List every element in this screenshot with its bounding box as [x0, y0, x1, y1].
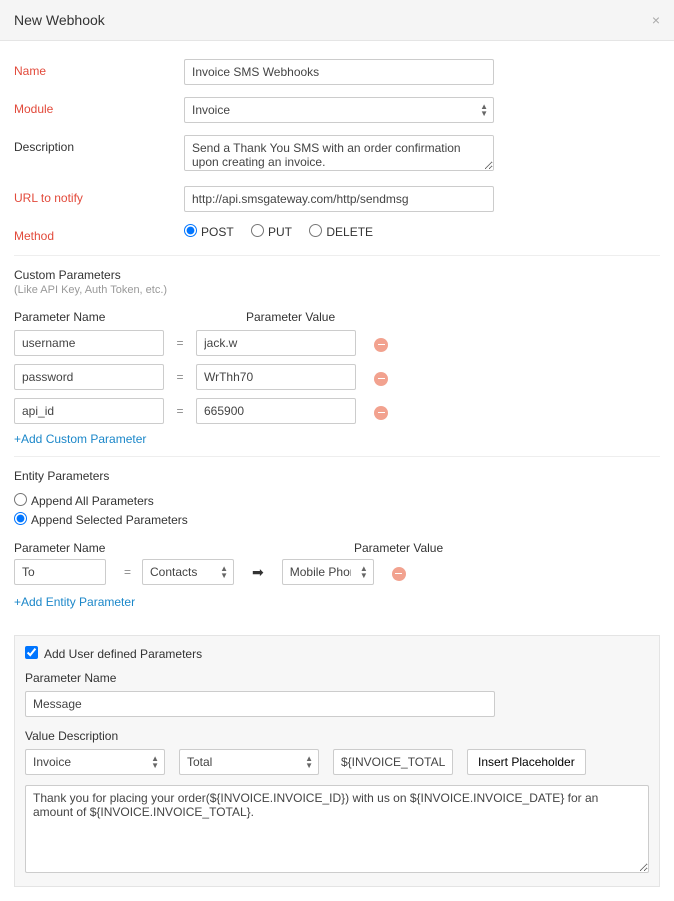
- name-input[interactable]: [184, 59, 494, 85]
- description-textarea[interactable]: Send a Thank You SMS with an order confi…: [184, 135, 494, 171]
- entity-source-select[interactable]: Contacts: [142, 559, 234, 585]
- name-label: Name: [14, 59, 184, 78]
- custom-title: Custom Parameters: [14, 268, 660, 282]
- udp-value-desc-label: Value Description: [25, 729, 649, 743]
- insert-placeholder-button[interactable]: Insert Placeholder: [467, 749, 586, 775]
- custom-name-input[interactable]: [14, 330, 164, 356]
- close-icon[interactable]: ×: [652, 12, 660, 28]
- remove-icon[interactable]: [392, 567, 406, 581]
- arrow-right-icon: ➡: [252, 564, 264, 581]
- remove-icon[interactable]: [374, 338, 388, 352]
- method-label: Method: [14, 224, 184, 243]
- entity-title: Entity Parameters: [14, 469, 660, 483]
- entity-field-select[interactable]: Mobile Phone: [282, 559, 374, 585]
- entity-header-value: Parameter Value: [354, 541, 443, 555]
- url-label: URL to notify: [14, 186, 184, 205]
- method-radios: POST PUT DELETE: [184, 224, 660, 239]
- module-label: Module: [14, 97, 184, 116]
- method-post[interactable]: POST: [184, 225, 234, 239]
- udp-entity-select[interactable]: Invoice: [25, 749, 165, 775]
- custom-row: =: [14, 330, 660, 356]
- remove-icon[interactable]: [374, 406, 388, 420]
- custom-name-input[interactable]: [14, 364, 164, 390]
- add-custom-link[interactable]: +Add Custom Parameter: [14, 432, 660, 446]
- method-put[interactable]: PUT: [251, 225, 292, 239]
- udp-field-select[interactable]: Total: [179, 749, 319, 775]
- custom-name-input[interactable]: [14, 398, 164, 424]
- custom-row: =: [14, 398, 660, 424]
- equals-sign: =: [106, 565, 142, 579]
- custom-subtitle: (Like API Key, Auth Token, etc.): [14, 284, 660, 296]
- custom-header-value: Parameter Value: [246, 310, 335, 324]
- custom-value-input[interactable]: [196, 398, 356, 424]
- udp-param-name-input[interactable]: [25, 691, 495, 717]
- description-label: Description: [14, 135, 184, 154]
- udp-param-name-label: Parameter Name: [25, 671, 649, 685]
- method-delete[interactable]: DELETE: [309, 225, 373, 239]
- remove-icon[interactable]: [374, 372, 388, 386]
- custom-parameters-section: Custom Parameters (Like API Key, Auth To…: [14, 255, 660, 446]
- udp-placeholder-input[interactable]: [333, 749, 453, 775]
- dialog-title: New Webhook: [14, 12, 105, 28]
- custom-row: =: [14, 364, 660, 390]
- append-all-radio[interactable]: Append All Parameters: [14, 494, 154, 508]
- append-selected-radio[interactable]: Append Selected Parameters: [14, 513, 188, 527]
- equals-sign: =: [164, 404, 196, 418]
- custom-value-input[interactable]: [196, 364, 356, 390]
- module-select[interactable]: Invoice: [184, 97, 494, 123]
- dialog-body: Name Module Invoice ▲▼ Description Send …: [0, 41, 674, 901]
- entity-parameters-section: Entity Parameters Append All Parameters …: [14, 456, 660, 609]
- custom-header-name: Parameter Name: [14, 310, 184, 324]
- udp-checkbox[interactable]: Add User defined Parameters: [25, 647, 202, 661]
- equals-sign: =: [164, 370, 196, 384]
- entity-row: = Contacts ▲▼ ➡ Mobile Phone ▲▼: [14, 559, 660, 585]
- custom-value-input[interactable]: [196, 330, 356, 356]
- entity-header-name: Parameter Name: [14, 541, 354, 555]
- entity-name-input[interactable]: [14, 559, 106, 585]
- udp-value-textarea[interactable]: Thank you for placing your order(${INVOI…: [25, 785, 649, 873]
- udp-section: Add User defined Parameters Parameter Na…: [14, 619, 660, 887]
- equals-sign: =: [164, 336, 196, 350]
- url-input[interactable]: [184, 186, 494, 212]
- dialog-header: New Webhook ×: [0, 0, 674, 41]
- add-entity-link[interactable]: +Add Entity Parameter: [14, 595, 660, 609]
